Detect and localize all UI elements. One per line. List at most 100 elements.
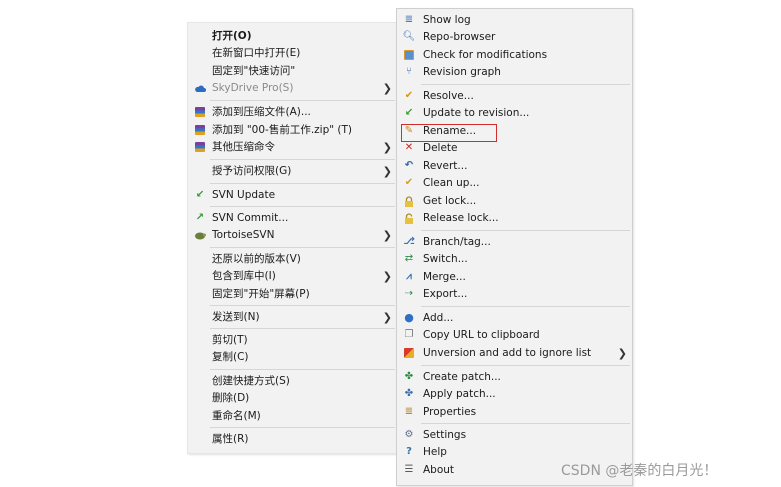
svn-resolve[interactable]: ✔ Resolve...: [397, 88, 632, 105]
menu-separator: [210, 427, 395, 428]
menu-item-label: SVN Commit...: [212, 212, 289, 224]
menu-item-label: Add...: [423, 312, 454, 324]
chevron-right-icon: ❯: [382, 270, 392, 283]
menu-item-open[interactable]: 打开(O): [188, 28, 397, 45]
menu-item-svn-commit[interactable]: ↗ SVN Commit...: [188, 210, 397, 227]
menu-item-add-to-archive[interactable]: 添加到压缩文件(A)...: [188, 104, 397, 121]
menu-item-label: 剪切(T): [212, 334, 248, 346]
tortoise-icon: [194, 229, 206, 241]
svn-export[interactable]: ⇢ Export...: [397, 286, 632, 303]
menu-separator: [210, 328, 395, 329]
svn-revert[interactable]: ↶ Revert...: [397, 158, 632, 175]
menu-item-label: 复制(C): [212, 351, 249, 363]
svn-repo-browser[interactable]: 🔍︎ Repo-browser: [397, 29, 632, 46]
svn-release-lock[interactable]: Release lock...: [397, 210, 632, 227]
menu-item-label: Revert...: [423, 160, 468, 172]
chevron-right-icon: ❯: [382, 165, 392, 178]
menu-item-copy[interactable]: 复制(C): [188, 349, 397, 366]
svn-apply-patch[interactable]: ✤ Apply patch...: [397, 386, 632, 403]
merge-icon: ⩘: [406, 271, 412, 282]
svn-show-log[interactable]: ≣ Show log: [397, 12, 632, 29]
repo-browser-icon: 🔍︎: [402, 31, 416, 42]
menu-item-label: SkyDrive Pro(S): [212, 82, 294, 94]
menu-separator: [210, 100, 395, 101]
menu-item-rename[interactable]: 重命名(M): [188, 408, 397, 425]
menu-item-properties[interactable]: 属性(R): [188, 431, 397, 448]
menu-item-pin-start[interactable]: 固定到"开始"屏幕(P): [188, 286, 397, 303]
menu-item-label: Properties: [423, 406, 477, 418]
menu-separator: [421, 306, 630, 307]
delete-x-icon: ✕: [404, 142, 414, 153]
clean-up-icon: ✔: [404, 177, 414, 188]
menu-item-label: Merge...: [423, 271, 466, 283]
svn-commit-icon: ↗: [195, 212, 205, 223]
menu-separator: [210, 159, 395, 160]
svn-settings[interactable]: ⚙ Settings: [397, 427, 632, 444]
menu-item-cut[interactable]: 剪切(T): [188, 332, 397, 349]
settings-icon: ⚙: [404, 429, 414, 440]
svn-copy-url[interactable]: ❐ Copy URL to clipboard: [397, 327, 632, 344]
menu-item-send-to[interactable]: 发送到(N) ❯: [188, 309, 397, 326]
menu-item-label: Branch/tag...: [423, 236, 491, 248]
menu-item-label: 添加到压缩文件(A)...: [212, 106, 311, 118]
menu-item-label: 在新窗口中打开(E): [212, 47, 301, 59]
menu-item-create-shortcut[interactable]: 创建快捷方式(S): [188, 373, 397, 390]
menu-item-add-to-zip[interactable]: 添加到 "00-售前工作.zip" (T): [188, 122, 397, 139]
menu-separator: [210, 305, 395, 306]
menu-item-label: Check for modifications: [423, 49, 548, 61]
menu-item-label: Clean up...: [423, 177, 480, 189]
clipboard-icon: ❐: [404, 329, 414, 340]
menu-item-grant-access[interactable]: 授予访问权限(G) ❯: [188, 163, 397, 180]
menu-item-label: Create patch...: [423, 371, 501, 383]
branch-icon: ⎇: [403, 236, 415, 247]
svn-help[interactable]: ? Help: [397, 444, 632, 461]
svn-delete[interactable]: ✕ Delete: [397, 140, 632, 157]
menu-item-tortoisesvn[interactable]: TortoiseSVN ❯: [188, 227, 397, 244]
menu-item-label: Resolve...: [423, 90, 474, 102]
svn-update-to-revision[interactable]: ↙ Update to revision...: [397, 105, 632, 122]
log-icon: ≣: [404, 14, 414, 25]
svn-add[interactable]: ● Add...: [397, 310, 632, 327]
menu-item-open-new-window[interactable]: 在新窗口中打开(E): [188, 45, 397, 62]
svn-clean-up[interactable]: ✔ Clean up...: [397, 175, 632, 192]
menu-item-include-in-library[interactable]: 包含到库中(I) ❯: [188, 268, 397, 285]
revert-icon: ↶: [404, 160, 414, 171]
menu-item-label: 固定到"快速访问": [212, 65, 296, 77]
menu-separator: [210, 369, 395, 370]
svn-unversion-ignore[interactable]: Unversion and add to ignore list ❯: [397, 345, 632, 362]
svn-properties[interactable]: ≣ Properties: [397, 404, 632, 421]
menu-item-label: 其他压缩命令: [212, 141, 275, 153]
menu-item-pin-quick-access[interactable]: 固定到"快速访问": [188, 63, 397, 80]
svn-switch[interactable]: ⇄ Switch...: [397, 251, 632, 268]
menu-item-skydrive-pro[interactable]: SkyDrive Pro(S) ❯: [188, 80, 397, 97]
check-modifications-icon: [403, 49, 415, 61]
export-icon: ⇢: [404, 288, 414, 299]
svn-branch-tag[interactable]: ⎇ Branch/tag...: [397, 234, 632, 251]
menu-item-label: 打开(O): [212, 30, 252, 42]
tortoisesvn-submenu: ≣ Show log 🔍︎ Repo-browser Check for mod…: [396, 8, 633, 486]
menu-item-label: Update to revision...: [423, 107, 530, 119]
menu-item-label: SVN Update: [212, 189, 276, 201]
menu-item-other-compress[interactable]: 其他压缩命令 ❯: [188, 139, 397, 156]
watermark: CSDN @老秦的白月光！: [561, 463, 718, 479]
switch-icon: ⇄: [404, 253, 414, 264]
menu-item-label: 发送到(N): [212, 311, 260, 323]
winrar-icon: [194, 106, 206, 118]
svn-merge[interactable]: ⩘ Merge...: [397, 269, 632, 286]
revision-graph-icon: ⑂: [406, 66, 412, 77]
chevron-right-icon: ❯: [382, 311, 392, 324]
menu-item-restore-previous[interactable]: 还原以前的版本(V): [188, 251, 397, 268]
menu-item-delete[interactable]: 删除(D): [188, 390, 397, 407]
explorer-context-menu: 打开(O) 在新窗口中打开(E) 固定到"快速访问" SkyDrive Pro(…: [187, 22, 397, 454]
menu-item-svn-update[interactable]: ↙ SVN Update: [188, 187, 397, 204]
menu-item-label: Delete: [423, 142, 458, 154]
ignore-icon: [403, 347, 415, 359]
svn-create-patch[interactable]: ✤ Create patch...: [397, 369, 632, 386]
menu-separator: [421, 84, 630, 85]
menu-item-label: 创建快捷方式(S): [212, 375, 290, 387]
help-icon: ?: [406, 446, 412, 457]
svn-get-lock[interactable]: Get lock...: [397, 193, 632, 210]
menu-separator: [421, 230, 630, 231]
svn-revision-graph[interactable]: ⑂ Revision graph: [397, 64, 632, 81]
svn-check-modifications[interactable]: Check for modifications: [397, 47, 632, 64]
